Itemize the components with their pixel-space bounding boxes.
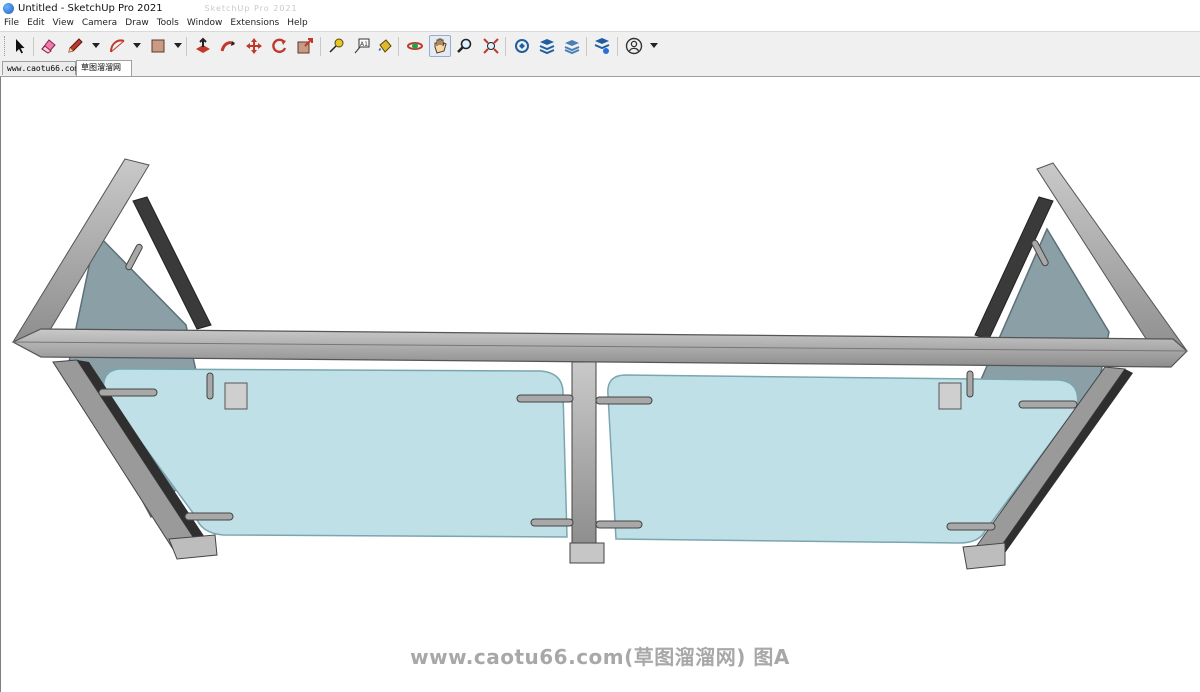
layout-icon[interactable] — [561, 35, 583, 57]
tab-caotu66[interactable]: www.caotu66.com — [2, 61, 79, 75]
glass-clamp — [1018, 400, 1078, 409]
glass-clamp — [946, 522, 996, 531]
glass-clamp — [530, 518, 574, 527]
glass-clamp — [595, 396, 653, 405]
glass-railing-model — [11, 158, 1188, 570]
toolbar-separator — [586, 37, 587, 56]
zoom-extents-icon[interactable] — [480, 35, 502, 57]
menu-camera[interactable]: Camera — [78, 18, 121, 28]
model-viewport[interactable] — [0, 77, 1200, 692]
menu-file[interactable]: File — [0, 18, 23, 28]
menu-window[interactable]: Window — [183, 18, 227, 28]
tab-caotu-liuliu[interactable]: 草图溜溜网 — [76, 60, 132, 76]
toolbar-separator — [186, 37, 187, 56]
center-base-plate — [569, 542, 605, 564]
account-icon[interactable] — [623, 35, 645, 57]
toolbar-separator — [617, 37, 618, 56]
orbit-icon[interactable] — [404, 35, 426, 57]
push-pull-icon[interactable] — [192, 35, 214, 57]
rectangle-shape-icon[interactable] — [147, 35, 169, 57]
paint-bucket-icon[interactable] — [374, 35, 396, 57]
menu-bar: File Edit View Camera Draw Tools Window … — [0, 16, 1200, 30]
text-label-icon[interactable]: A1 — [350, 35, 372, 57]
toolbar-separator — [398, 37, 399, 56]
toolbar-grip[interactable] — [4, 36, 7, 56]
toolbar-separator — [505, 37, 506, 56]
chevron-down-icon[interactable] — [92, 43, 100, 48]
toolbar-separator — [320, 37, 321, 56]
glass-clamp — [595, 520, 643, 529]
pan-hand-icon[interactable] — [429, 35, 451, 57]
right-rear-base-plate — [938, 382, 962, 410]
select-arrow-icon[interactable] — [9, 35, 31, 57]
arc-icon[interactable] — [106, 35, 128, 57]
scene-tabs: www.caotu66.com 草图溜溜网 — [0, 60, 1200, 77]
warehouse-icon[interactable] — [511, 35, 533, 57]
menu-tools[interactable]: Tools — [153, 18, 183, 28]
watermark-text: www.caotu66.com(草图溜溜网) 图A — [410, 645, 790, 669]
eraser-icon[interactable] — [37, 35, 59, 57]
menu-help[interactable]: Help — [283, 18, 312, 28]
glass-clamp — [206, 372, 214, 400]
rotate-icon[interactable] — [268, 35, 290, 57]
move-icon[interactable] — [243, 35, 265, 57]
sketchup-logo-icon — [3, 2, 14, 14]
toolbar-separator — [33, 37, 34, 56]
pencil-line-icon[interactable] — [64, 35, 86, 57]
menu-draw[interactable]: Draw — [121, 18, 153, 28]
glass-clamp — [184, 512, 234, 521]
menu-extensions[interactable]: Extensions — [226, 18, 283, 28]
title-bar: Untitled - SketchUp Pro 2021 SketchUp Pr… — [0, 0, 1200, 16]
glass-clamp — [516, 394, 574, 403]
zoom-icon[interactable] — [454, 35, 476, 57]
window-title: Untitled - SketchUp Pro 2021 — [18, 2, 163, 14]
main-toolbar: A1 — [0, 31, 1200, 61]
chevron-down-icon[interactable] — [133, 43, 141, 48]
center-post — [571, 361, 597, 548]
svg-text:A1: A1 — [360, 41, 368, 48]
right-base-plate — [962, 542, 1006, 570]
left-rear-base-plate — [224, 382, 248, 410]
menu-view[interactable]: View — [49, 18, 78, 28]
chevron-down-icon[interactable] — [650, 43, 658, 48]
follow-me-icon[interactable] — [217, 35, 239, 57]
glass-clamp — [98, 388, 158, 397]
extension-manager-icon[interactable] — [591, 35, 613, 57]
ghost-title: SketchUp Pro 2021 — [204, 3, 298, 13]
glass-clamp — [966, 370, 974, 398]
menu-edit[interactable]: Edit — [23, 18, 48, 28]
tape-measure-icon[interactable] — [325, 35, 347, 57]
left-base-plate — [168, 534, 218, 560]
chevron-down-icon[interactable] — [174, 43, 182, 48]
scale-icon[interactable] — [294, 35, 316, 57]
extension-warehouse-icon[interactable] — [536, 35, 558, 57]
glass-clamp — [125, 243, 143, 271]
